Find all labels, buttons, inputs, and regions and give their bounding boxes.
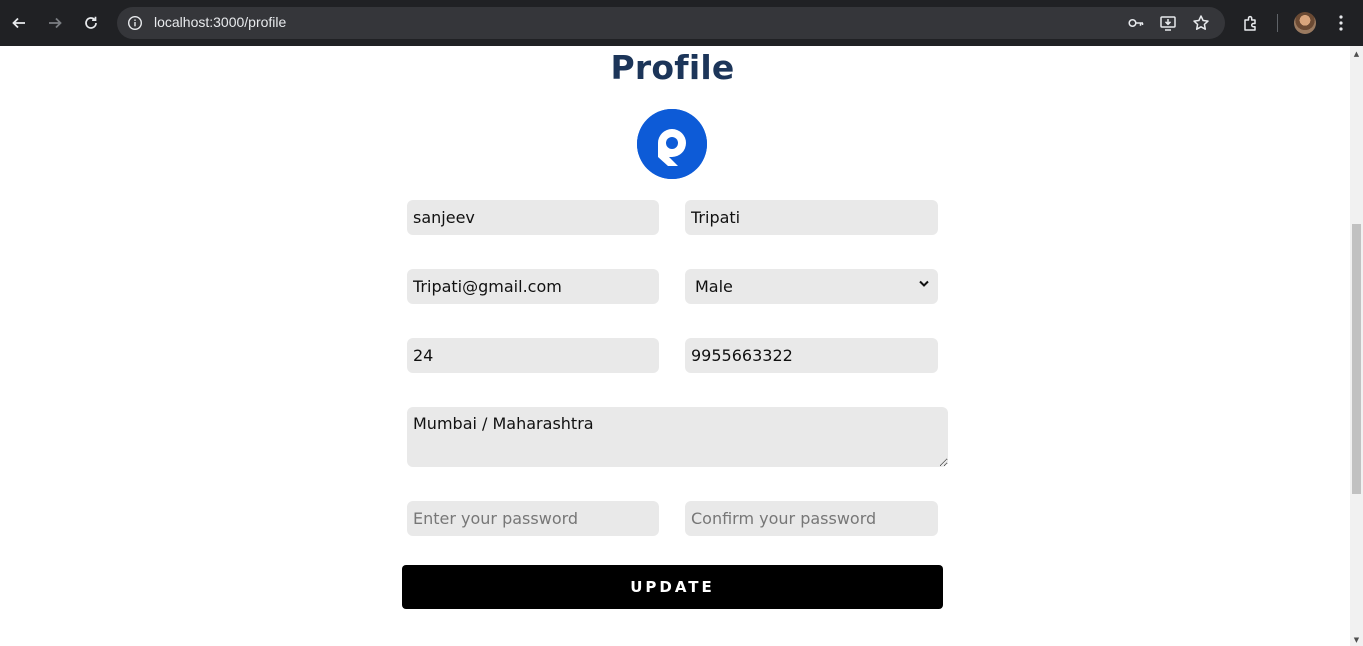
browser-toolbar: localhost:3000/profile xyxy=(0,0,1363,46)
update-button[interactable]: UPDATE xyxy=(402,565,943,609)
page-title: Profile xyxy=(610,48,735,87)
phone-input[interactable] xyxy=(685,338,938,373)
toolbar-divider xyxy=(1277,14,1278,32)
confirm-password-input[interactable] xyxy=(685,501,938,536)
profile-avatar[interactable] xyxy=(1294,12,1316,34)
age-input[interactable] xyxy=(407,338,659,373)
page-scrollbar[interactable]: ▲ ▼ xyxy=(1350,46,1363,646)
site-info-icon[interactable] xyxy=(125,13,145,33)
extensions-icon[interactable] xyxy=(1239,11,1263,35)
back-icon[interactable] xyxy=(7,11,31,35)
forward-icon[interactable] xyxy=(43,11,67,35)
address-textarea[interactable]: Mumbai / Maharashtra xyxy=(407,407,948,467)
install-app-icon[interactable] xyxy=(1158,13,1178,33)
key-icon[interactable] xyxy=(1126,13,1146,33)
round-p-logo-icon xyxy=(637,109,707,179)
more-menu-icon[interactable] xyxy=(1329,11,1353,35)
reload-icon[interactable] xyxy=(79,11,103,35)
last-name-input[interactable] xyxy=(685,200,938,235)
scrollbar-thumb[interactable] xyxy=(1352,224,1361,494)
first-name-input[interactable] xyxy=(407,200,659,235)
scroll-up-icon[interactable]: ▲ xyxy=(1352,50,1361,58)
gender-select-wrapper: Male xyxy=(685,269,938,304)
bookmark-star-icon[interactable] xyxy=(1191,13,1211,33)
email-input[interactable] xyxy=(407,269,659,304)
gender-select[interactable]: Male xyxy=(685,269,938,304)
scroll-down-icon[interactable]: ▼ xyxy=(1352,636,1361,644)
url-text[interactable]: localhost:3000/profile xyxy=(154,14,286,30)
profile-page: Profile Male Mumbai / Maharashtra UPDATE xyxy=(0,46,1350,646)
password-input[interactable] xyxy=(407,501,659,536)
address-bar[interactable]: localhost:3000/profile xyxy=(117,7,1225,39)
